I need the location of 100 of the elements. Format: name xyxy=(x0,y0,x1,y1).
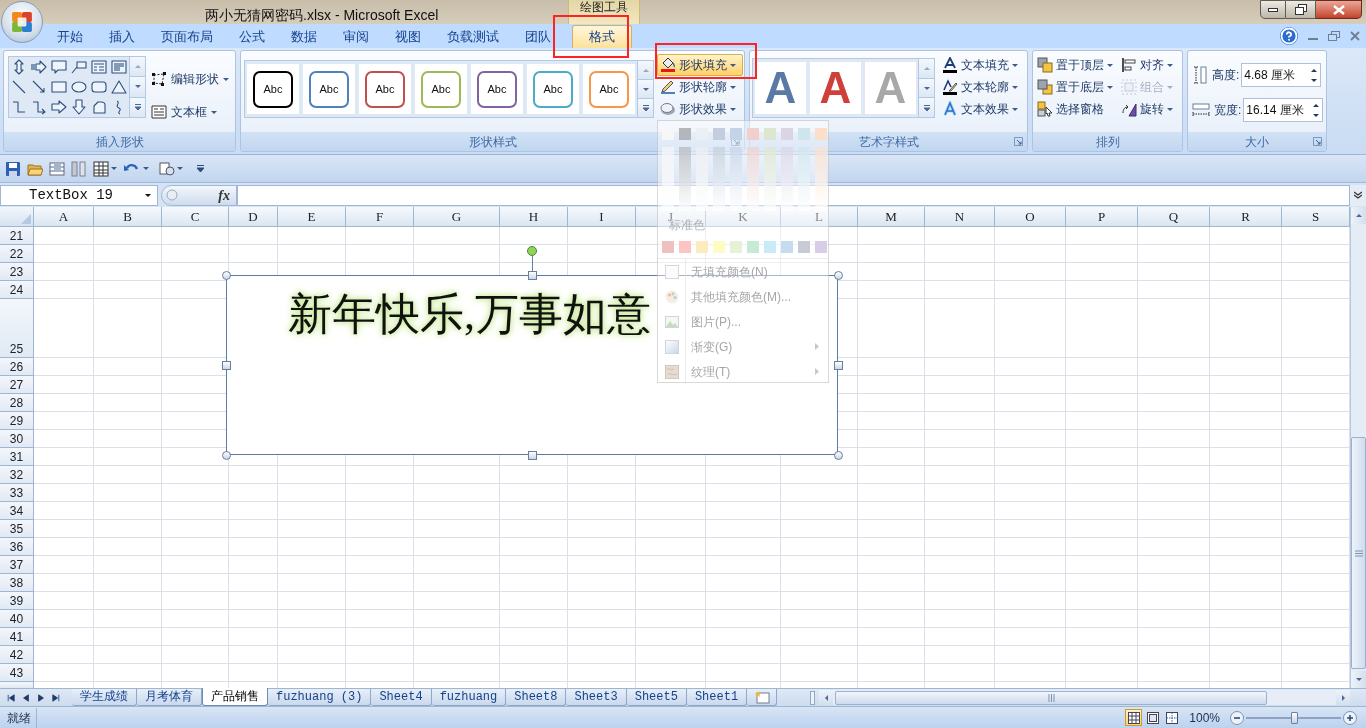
resize-handle[interactable] xyxy=(528,451,537,460)
shape-style-preset[interactable]: Abc xyxy=(415,64,467,114)
shape-style-preset[interactable]: Abc xyxy=(471,64,523,114)
shape-format-button[interactable]: 形状轮廓 xyxy=(657,76,743,98)
sheet-tab[interactable]: 学生成绩 xyxy=(72,689,137,706)
down-arrow-icon[interactable] xyxy=(71,99,87,115)
scroll-down-button[interactable] xyxy=(1351,671,1366,688)
scroll-thumb[interactable] xyxy=(1351,437,1366,669)
row-header[interactable]: 30 xyxy=(0,430,34,448)
color-swatch[interactable] xyxy=(713,128,725,140)
color-shade-strip[interactable] xyxy=(781,147,793,211)
sheet-tab[interactable]: Sheet5 xyxy=(626,689,687,706)
row-header[interactable]: 22 xyxy=(0,245,34,263)
line-icon[interactable] xyxy=(11,79,27,95)
shape-style-preset[interactable]: Abc xyxy=(527,64,579,114)
close-icon[interactable] xyxy=(1350,31,1360,41)
row-header[interactable]: 34 xyxy=(0,502,34,520)
ribbon-tab[interactable]: 开始 xyxy=(44,26,96,48)
text-format-button[interactable]: 文本填充 xyxy=(940,54,1020,76)
wordart-preset[interactable]: A xyxy=(810,62,861,114)
callout-icon[interactable] xyxy=(51,59,67,75)
color-swatch[interactable] xyxy=(764,128,776,140)
table-button[interactable] xyxy=(93,160,117,177)
color-swatch[interactable] xyxy=(696,241,708,253)
color-swatch[interactable] xyxy=(815,241,827,253)
gallery-down-button[interactable] xyxy=(638,80,653,99)
ribbon-tab[interactable]: 负载测试 xyxy=(434,26,512,48)
arrange-button[interactable]: 选择窗格 xyxy=(1037,98,1121,120)
ribbon-tab[interactable]: 视图 xyxy=(382,26,434,48)
resize-handle[interactable] xyxy=(834,451,843,460)
color-swatch[interactable] xyxy=(679,241,691,253)
text-format-button[interactable]: 文本效果 xyxy=(940,98,1020,120)
view-button[interactable] xyxy=(1125,709,1143,726)
rounded-rectangle-icon[interactable] xyxy=(91,79,107,95)
row-header[interactable]: 21 xyxy=(0,227,34,245)
insert-sheet-button[interactable] xyxy=(747,689,778,706)
ribbon-tab[interactable]: 格式 xyxy=(572,25,632,48)
elbow-arrow-icon[interactable] xyxy=(31,99,47,115)
color-swatch[interactable] xyxy=(798,241,810,253)
color-shade-strip[interactable] xyxy=(713,147,725,211)
sheet-tab[interactable]: 月考体育 xyxy=(137,689,202,706)
color-shade-strip[interactable] xyxy=(662,147,674,211)
ribbon-tab[interactable]: 团队 xyxy=(512,26,564,48)
help-icon[interactable] xyxy=(1280,27,1298,45)
sheet-tab[interactable]: Sheet4 xyxy=(371,689,432,706)
color-swatch[interactable] xyxy=(730,241,742,253)
color-swatch[interactable] xyxy=(781,128,793,140)
row-header[interactable]: 31 xyxy=(0,448,34,466)
sheet-tab[interactable]: fuzhuang (3) xyxy=(268,689,372,706)
color-swatch[interactable] xyxy=(764,241,776,253)
color-shade-strip[interactable] xyxy=(815,147,827,211)
line-callout-icon[interactable] xyxy=(71,59,87,75)
minimize-button[interactable] xyxy=(1260,0,1286,19)
color-shade-strip[interactable] xyxy=(679,147,691,211)
row-header[interactable]: 37 xyxy=(0,556,34,574)
ribbon-tab[interactable]: 页面布局 xyxy=(148,26,226,48)
shape-format-button[interactable]: 形状填充 xyxy=(657,54,743,76)
save-button[interactable] xyxy=(5,160,21,177)
row-header[interactable]: 29 xyxy=(0,412,34,430)
scroll-up-button[interactable] xyxy=(1351,207,1366,224)
column-header[interactable]: P xyxy=(1066,207,1138,227)
column-header[interactable]: H xyxy=(500,207,568,227)
sheet-tab[interactable]: 产品销售 xyxy=(202,688,268,706)
resize-handle[interactable] xyxy=(222,361,231,370)
sheet-tab[interactable]: Sheet8 xyxy=(506,689,567,706)
row-header[interactable]: 27 xyxy=(0,376,34,394)
row-header[interactable]: 41 xyxy=(0,628,34,646)
ribbon-tab[interactable]: 公式 xyxy=(226,26,278,48)
arrange-button[interactable]: 旋转 xyxy=(1121,98,1181,120)
color-swatch[interactable] xyxy=(730,128,742,140)
dialog-launcher-button[interactable] xyxy=(1312,136,1323,147)
name-box[interactable]: TextBox 19 xyxy=(0,184,158,206)
shape-style-preset[interactable]: Abc xyxy=(583,64,635,114)
resize-handle[interactable] xyxy=(222,271,231,280)
resize-handle[interactable] xyxy=(834,271,843,280)
dialog-launcher-button[interactable] xyxy=(1013,136,1024,147)
color-swatch[interactable] xyxy=(781,241,793,253)
ribbon-tab[interactable]: 数据 xyxy=(278,26,330,48)
color-swatch[interactable] xyxy=(679,128,691,140)
color-swatch[interactable] xyxy=(747,241,759,253)
oval-icon[interactable] xyxy=(71,79,87,95)
column-header[interactable]: B xyxy=(94,207,162,227)
edit-shape-button[interactable]: 编辑形状 xyxy=(151,69,229,89)
horizontal-scroll-thumb[interactable] xyxy=(835,690,1267,705)
color-swatch[interactable] xyxy=(798,128,810,140)
row-header[interactable]: 23 xyxy=(0,263,34,281)
text-box-button[interactable]: 文本框 xyxy=(151,102,229,122)
arrange-button[interactable]: 对齐 xyxy=(1121,54,1181,76)
color-swatch[interactable] xyxy=(747,128,759,140)
scroll-right-button[interactable] xyxy=(1336,690,1350,705)
text-format-button[interactable]: 文本轮廓 xyxy=(940,76,1020,98)
row-header[interactable]: 32 xyxy=(0,466,34,484)
column-header[interactable]: M xyxy=(858,207,925,227)
column-header[interactable]: I xyxy=(568,207,636,227)
resize-handle[interactable] xyxy=(528,271,537,280)
sheet-tab[interactable]: fuzhuang xyxy=(431,689,507,706)
scroll-left-button[interactable] xyxy=(819,690,833,705)
row-header[interactable]: 43 xyxy=(0,664,34,682)
striped-arrow-icon[interactable] xyxy=(31,59,47,75)
column-header[interactable]: C xyxy=(162,207,229,227)
